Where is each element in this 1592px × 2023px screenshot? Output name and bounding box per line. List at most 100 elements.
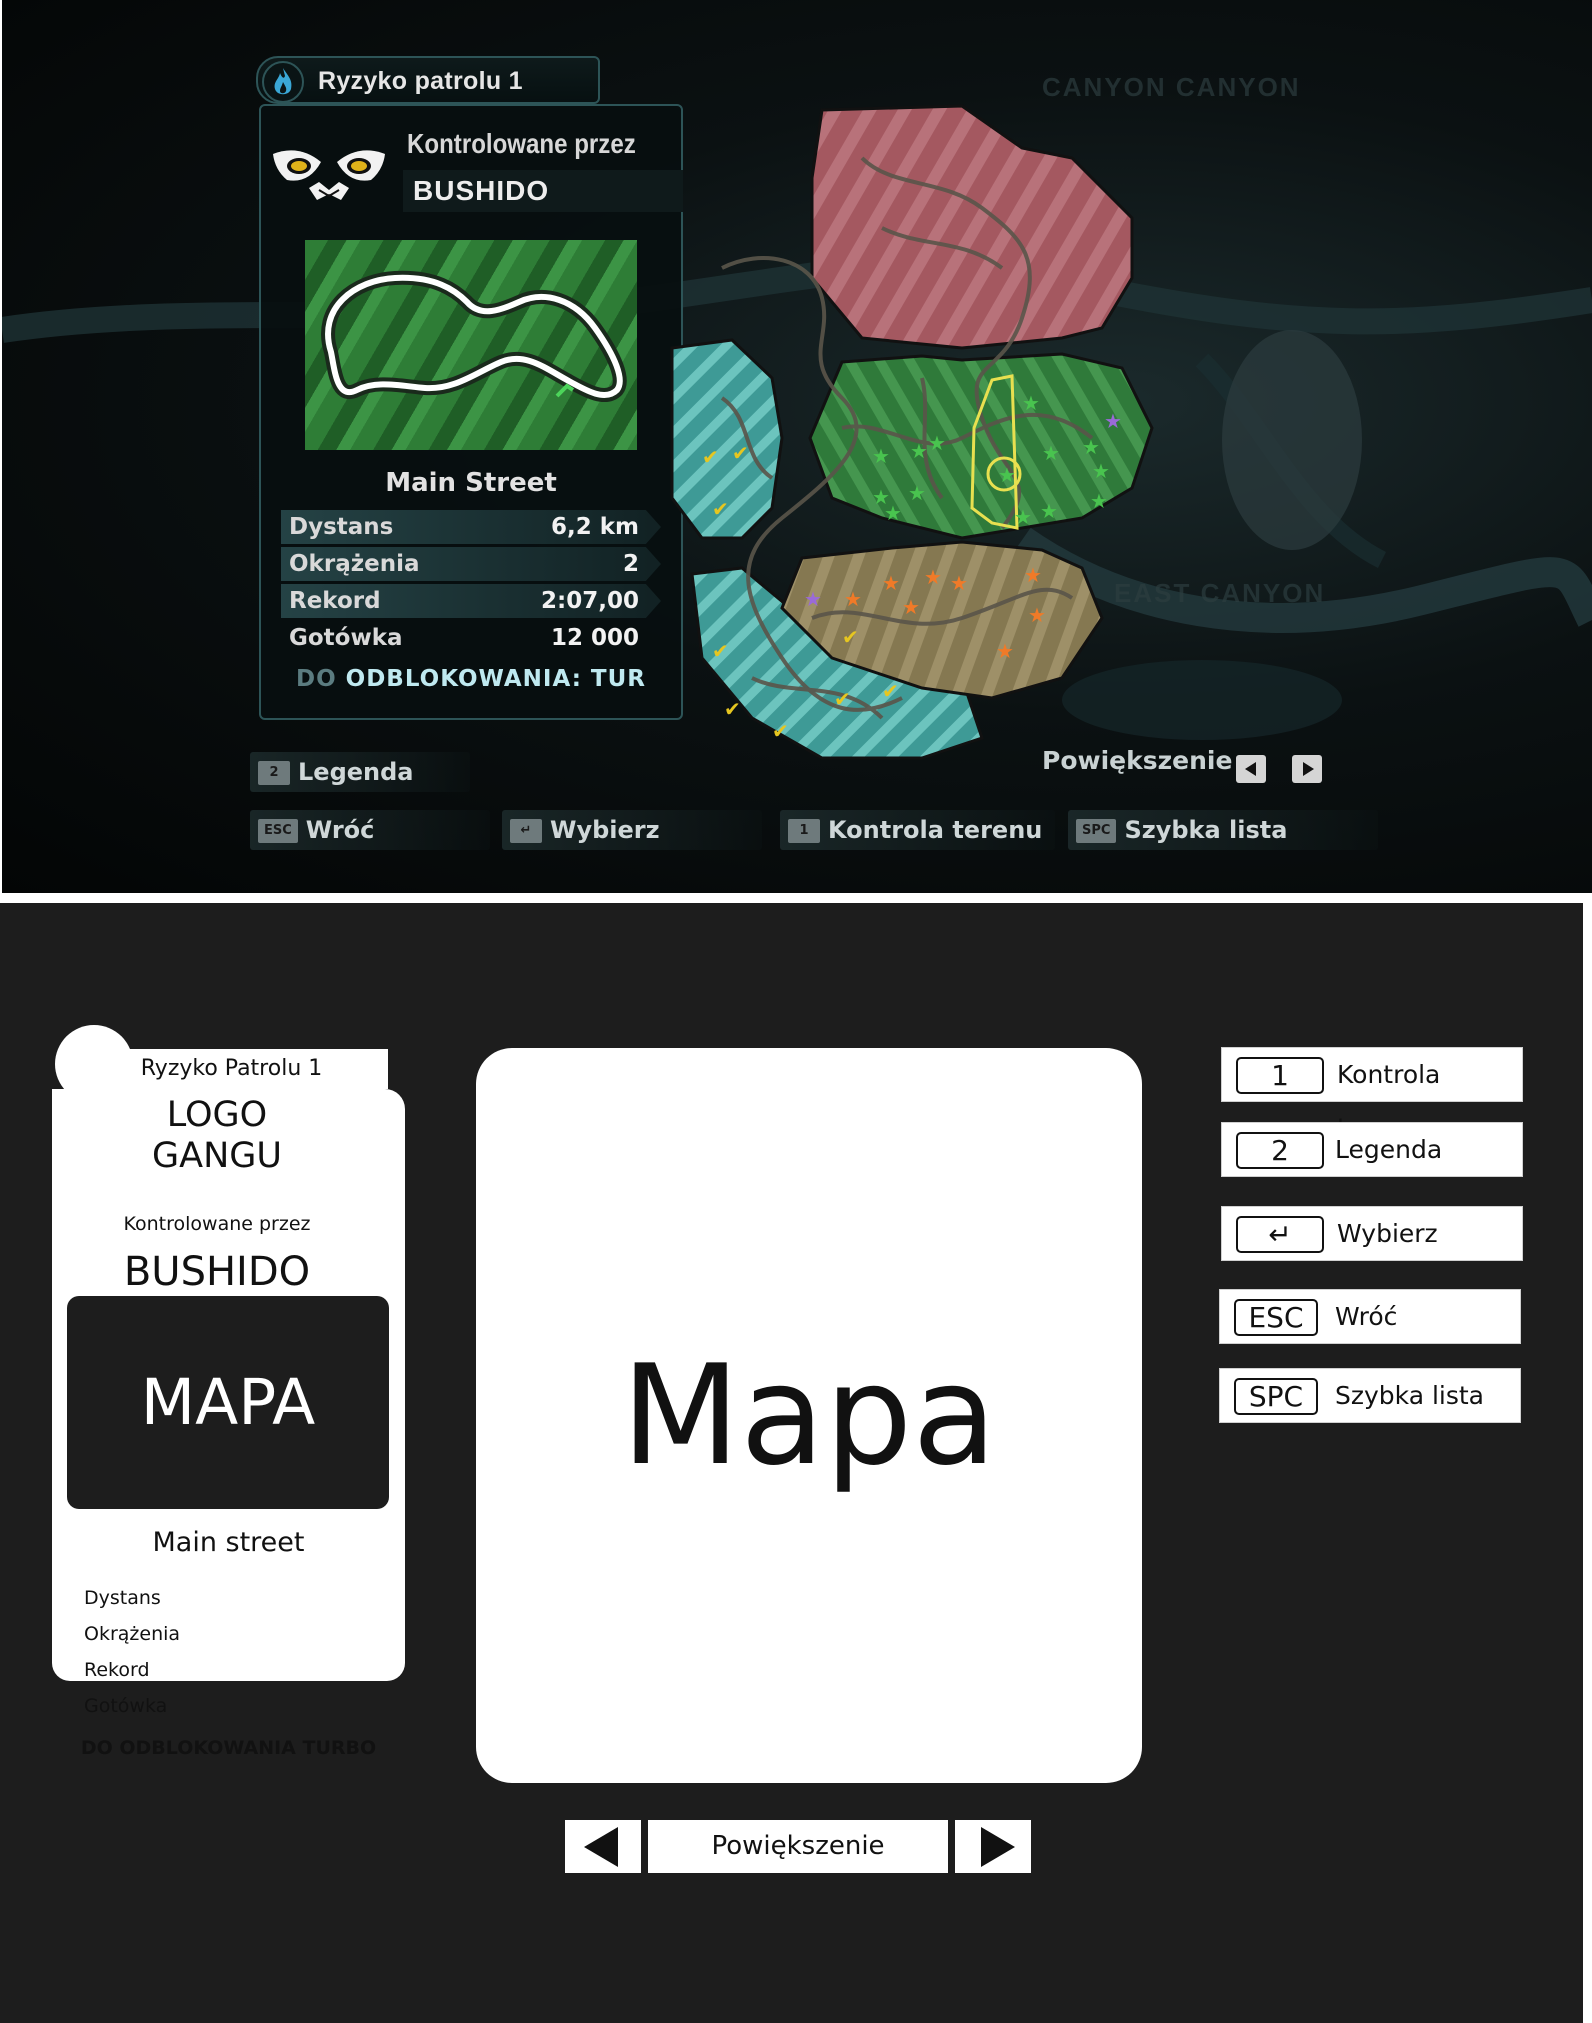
wire-zoom-left-icon[interactable] (565, 1820, 641, 1873)
zoom-label: Powiększenie (1042, 746, 1233, 775)
race-star[interactable]: ★ (844, 587, 862, 611)
wire-stat-label: Gotówka (84, 1695, 168, 1717)
track-map (305, 240, 637, 450)
race-info-panel: Kontrolowane przez BUSHIDO Main Street D… (259, 104, 683, 720)
territory-control-button[interactable]: 1 Kontrola terenu (780, 810, 1055, 850)
wire-back-label: Wróć (1335, 1302, 1398, 1331)
select-button[interactable]: ↵ Wybierz (502, 810, 762, 850)
wire-zoom-right-icon[interactable] (955, 1820, 1031, 1873)
stat-row: Rekord 2:07,00 (281, 584, 661, 618)
wire-logo-line: GANGU (152, 1136, 282, 1176)
race-star[interactable]: ★ (908, 481, 926, 505)
controlled-by-label: Kontrolowane przez (407, 128, 636, 159)
wire-stat-label: Dystans (84, 1587, 161, 1609)
race-check[interactable]: ✔ (712, 639, 729, 663)
back-button[interactable]: ESC Wróć (250, 810, 490, 850)
race-check[interactable]: ✔ (724, 697, 741, 721)
wire-quick-list-button[interactable]: SPC Szybka lista (1219, 1368, 1521, 1423)
stat-value: 2:07,00 (541, 588, 639, 614)
wire-controlled-label: Kontrolowane przez (123, 1213, 311, 1235)
race-star[interactable]: ★ (1024, 563, 1042, 587)
stat-label: Dystans (289, 514, 394, 540)
wire-track-name: Main street (152, 1527, 305, 1558)
race-star[interactable]: ★ (1028, 603, 1046, 627)
select-label: Wybierz (550, 816, 660, 844)
race-star[interactable]: ★ (1014, 505, 1032, 529)
wire-key-esc: ESC (1234, 1299, 1318, 1336)
flame-icon (262, 61, 304, 103)
key-spc: SPC (1076, 819, 1117, 843)
key-esc: ESC (258, 819, 298, 843)
stat-row: Okrążenia 2 (281, 547, 661, 581)
wire-key-enter: ↵ (1236, 1216, 1324, 1253)
wire-key-1: 1 (1236, 1057, 1324, 1094)
wire-key-2: 2 (1236, 1132, 1324, 1169)
wire-select-button[interactable]: ↵ Wybierz (1221, 1206, 1523, 1261)
race-star[interactable]: ★ (1022, 391, 1040, 415)
zoom-left-icon[interactable] (1236, 755, 1266, 783)
unlock-text: DO ODBLOKOWANIA: TUR (261, 666, 681, 692)
race-star[interactable]: ★ (884, 501, 902, 525)
legend-label: Legenda (298, 758, 414, 786)
wire-legend-button[interactable]: 2 Legenda (1221, 1122, 1523, 1177)
race-star[interactable]: ★ (804, 587, 822, 611)
wire-territory-map[interactable]: Mapa (476, 1048, 1142, 1783)
race-star[interactable]: ★ (1092, 459, 1110, 483)
race-star[interactable]: ★ (950, 571, 968, 595)
zone-red[interactable] (810, 104, 1134, 350)
stat-label: Rekord (289, 588, 381, 614)
gang-name: BUSHIDO (403, 170, 683, 212)
wireframe: Ryzyko Patrolu 1 LOGO GANGU Kontrolowane… (0, 903, 1583, 2023)
wire-title: Ryzyko Patrolu 1 (75, 1049, 388, 1089)
race-star[interactable]: ★ (998, 463, 1016, 487)
wire-track-map: MAPA (67, 1296, 389, 1509)
stat-row: Dystans 6,2 km (281, 510, 661, 544)
key-enter: ↵ (510, 819, 542, 843)
unlock-prefix: DO (295, 666, 346, 692)
stat-value: 2 (622, 551, 639, 577)
wire-quick-list-label: Szybka lista (1335, 1381, 1484, 1410)
wire-stat-label: Rekord (84, 1659, 150, 1681)
stat-row: Gotówka 12 000 (281, 621, 661, 655)
wire-stat-label: Okrążenia (84, 1623, 181, 1645)
wire-territory-control-button[interactable]: 1 Kontrola terenu (1221, 1047, 1523, 1142)
race-check[interactable]: ✔ (712, 497, 729, 521)
race-star[interactable]: ★ (1104, 409, 1122, 433)
wire-select-label: Wybierz (1337, 1219, 1438, 1248)
wire-gang-logo: LOGO GANGU (52, 1095, 382, 1177)
race-star[interactable]: ★ (1090, 489, 1108, 513)
wire-gang-name: BUSHIDO (123, 1249, 311, 1295)
race-star[interactable]: ★ (910, 439, 928, 463)
race-check[interactable]: ✔ (772, 719, 789, 743)
quick-list-button[interactable]: SPC Szybka lista (1068, 810, 1378, 850)
patrol-risk-header: Ryzyko patrolu 1 (256, 56, 600, 104)
wire-back-button[interactable]: ESC Wróć (1219, 1289, 1521, 1344)
gang-logo (273, 150, 385, 200)
race-check[interactable]: ✔ (702, 445, 719, 469)
wire-unlock-text: DO ODBLOKOWANIA TURBO (80, 1737, 377, 1759)
race-star[interactable]: ★ (924, 565, 942, 589)
race-check[interactable]: ✔ (834, 687, 851, 711)
wire-zoom-label: Powiększenie (648, 1820, 948, 1873)
zoom-right-icon[interactable] (1292, 755, 1322, 783)
race-star[interactable]: ★ (1040, 499, 1058, 523)
race-star[interactable]: ★ (1082, 435, 1100, 459)
race-star[interactable]: ★ (996, 639, 1014, 663)
unlock-label: ODBLOKOWANIA: TUR (345, 666, 646, 692)
wire-info-panel: LOGO GANGU Kontrolowane przez BUSHIDO MA… (52, 1089, 405, 1717)
race-star[interactable]: ★ (872, 444, 890, 468)
game-screenshot: CANYON CANYON EAST CANYON Ryzyko patrolu… (2, 0, 1592, 893)
race-star[interactable]: ★ (928, 431, 946, 455)
track-name: Main Street (385, 468, 557, 498)
wire-logo-line: LOGO (166, 1095, 268, 1135)
legend-button[interactable]: 2 Legenda (250, 752, 470, 792)
territory-map[interactable]: ★ ★ ★ ★ ★ ★ ★ ★ ★ ★ ★ ★ ★ ★ ★ ★ ★ ★ ★ ★ … (662, 98, 1182, 768)
wire-legend-label: Legenda (1335, 1135, 1443, 1164)
race-star[interactable]: ★ (902, 595, 920, 619)
race-check[interactable]: ✔ (732, 441, 749, 465)
quick-list-label: Szybka lista (1124, 816, 1288, 844)
race-star[interactable]: ★ (1042, 441, 1060, 465)
race-star[interactable]: ★ (882, 571, 900, 595)
race-check[interactable]: ✔ (842, 625, 859, 649)
race-check[interactable]: ✔ (882, 679, 899, 703)
